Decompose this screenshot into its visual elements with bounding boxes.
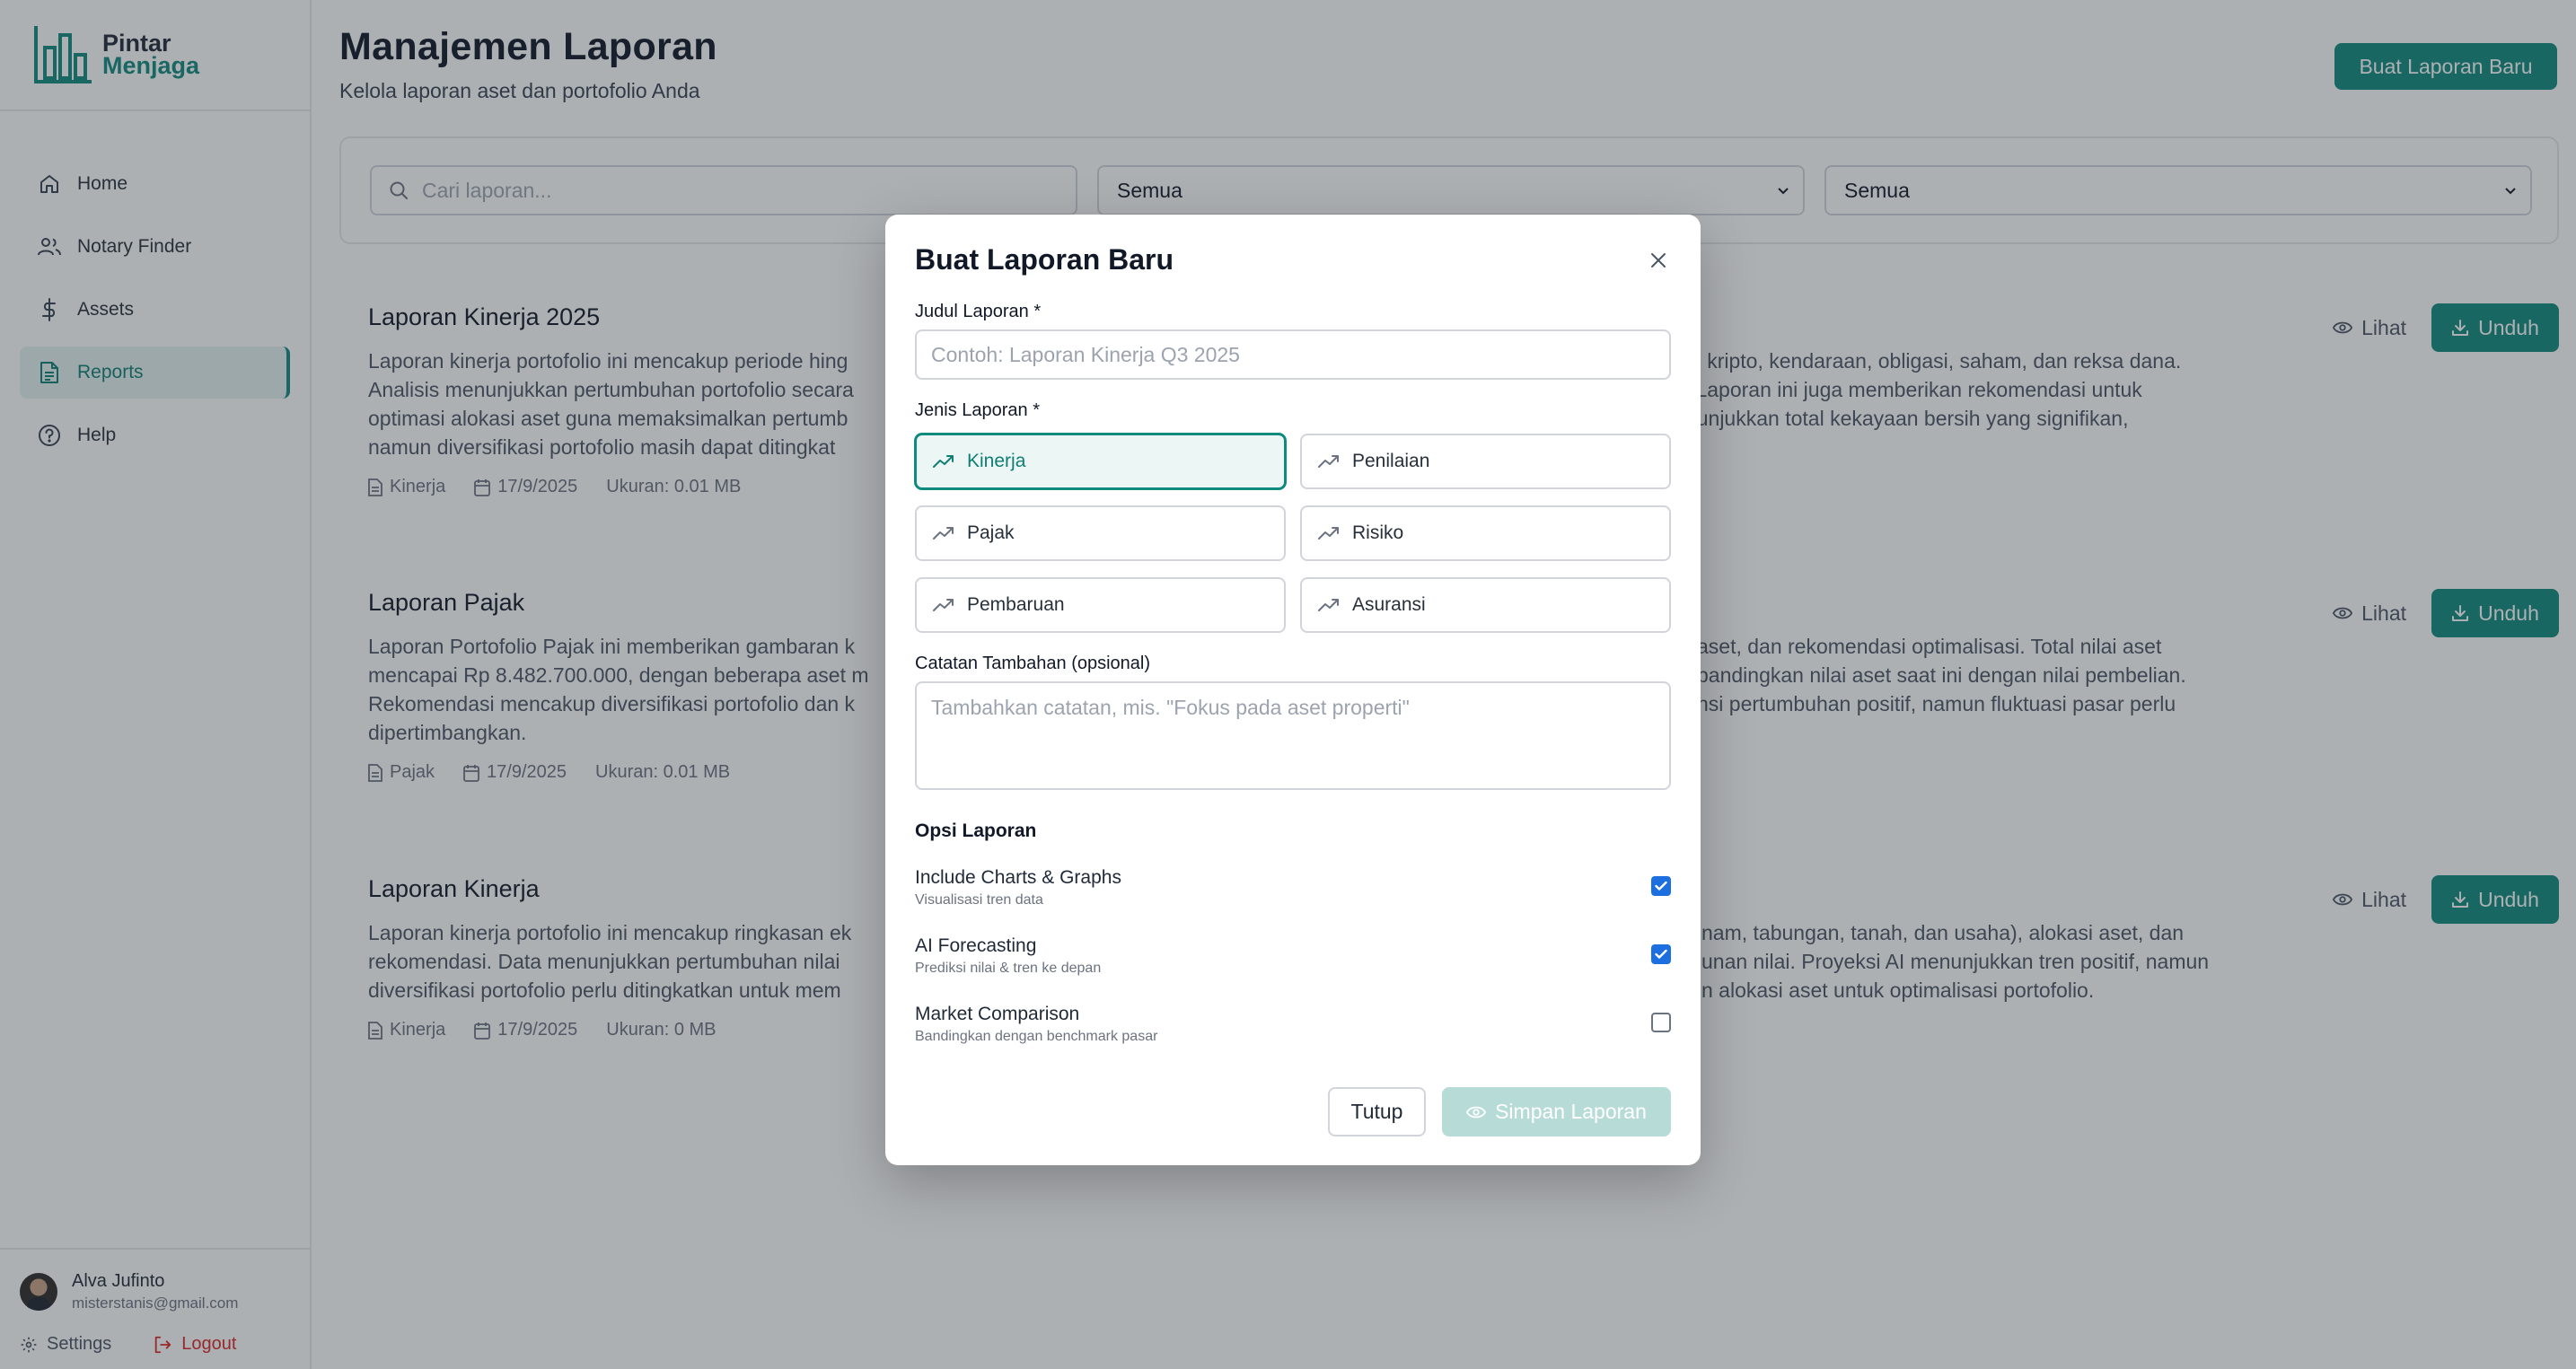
type-option-pajak[interactable]: Pajak <box>915 505 1286 561</box>
option-market-comparison: Market Comparison Bandingkan dengan benc… <box>915 1004 1671 1045</box>
option-title: Include Charts & Graphs <box>915 867 1121 888</box>
option-charts: Include Charts & Graphs Visualisasi tren… <box>915 867 1671 908</box>
type-option-penilaian[interactable]: Penilaian <box>1300 434 1671 489</box>
trending-up-icon <box>1318 527 1339 540</box>
notes-label: Catatan Tambahan (opsional) <box>915 654 1151 673</box>
option-ai-forecasting: AI Forecasting Prediksi nilai & tren ke … <box>915 935 1671 977</box>
create-report-modal: Buat Laporan Baru Judul Laporan * Jenis … <box>885 215 1701 1165</box>
option-title: Market Comparison <box>915 1004 1080 1024</box>
notes-textarea[interactable] <box>915 681 1671 790</box>
trending-up-icon <box>1318 599 1339 611</box>
trending-up-icon <box>933 527 954 540</box>
type-option-asuransi[interactable]: Asuransi <box>1300 577 1671 633</box>
save-report-button[interactable]: Simpan Laporan <box>1442 1087 1671 1136</box>
trending-up-icon <box>933 455 954 468</box>
type-option-kinerja[interactable]: Kinerja <box>915 434 1286 489</box>
option-title: AI Forecasting <box>915 935 1037 956</box>
ai-forecasting-checkbox[interactable] <box>1651 944 1671 964</box>
check-icon <box>1655 881 1667 891</box>
type-option-pembaruan[interactable]: Pembaruan <box>915 577 1286 633</box>
type-option-risiko[interactable]: Risiko <box>1300 505 1671 561</box>
title-label: Judul Laporan * <box>915 302 1042 321</box>
eye-icon <box>1466 1106 1487 1118</box>
type-label: Jenis Laporan * <box>915 400 1040 420</box>
charts-checkbox[interactable] <box>1651 876 1671 896</box>
options-heading: Opsi Laporan <box>915 821 1037 841</box>
close-button[interactable]: Tutup <box>1328 1087 1426 1136</box>
report-title-input[interactable] <box>915 329 1671 380</box>
option-desc: Prediksi nilai & tren ke depan <box>915 961 1102 976</box>
trending-up-icon <box>1318 455 1339 468</box>
modal-title: Buat Laporan Baru <box>915 243 1174 276</box>
market-comparison-checkbox[interactable] <box>1651 1013 1671 1032</box>
close-icon[interactable] <box>1648 250 1668 270</box>
trending-up-icon <box>933 599 954 611</box>
option-desc: Visualisasi tren data <box>915 892 1043 908</box>
check-icon <box>1655 949 1667 959</box>
option-desc: Bandingkan dengan benchmark pasar <box>915 1029 1158 1044</box>
